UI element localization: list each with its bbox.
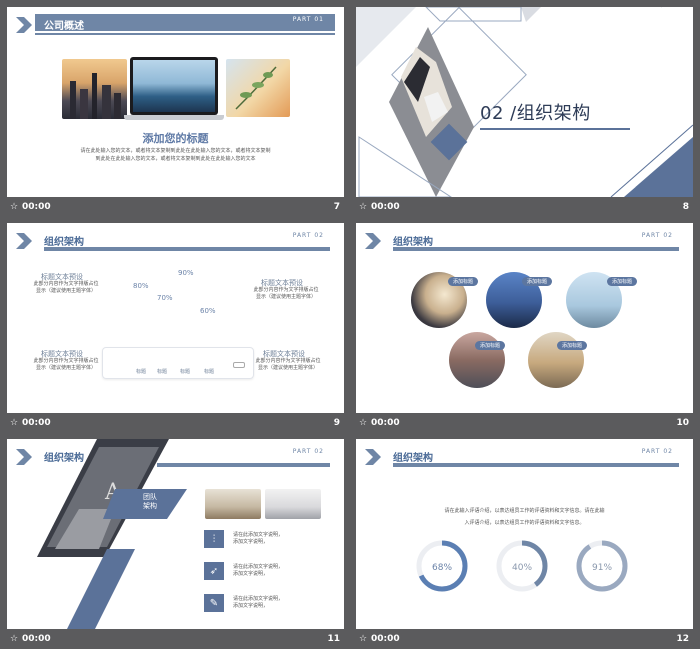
slide-footer: ☆ 00:00 7 <box>7 199 344 217</box>
part-label: PART 02 <box>641 232 673 239</box>
tag-label: 添加标题 <box>607 277 638 286</box>
slide-thumbnail-7[interactable]: 公司概述 PART 01 添加您的标题 请在此处输入您的文本，或者将文本复制到此… <box>7 7 344 217</box>
slide-number: 9 <box>333 418 340 428</box>
star-icon: ☆ <box>10 202 19 212</box>
slide-footer: ☆ 00:00 11 <box>7 631 344 649</box>
slide-footer: ☆ 00:00 9 <box>7 415 344 433</box>
slide-number: 7 <box>333 202 340 212</box>
part-label: PART 01 <box>292 16 324 23</box>
pencil-icon: ✎ <box>204 594 224 612</box>
block-desc: 此部分内容作为文字排版占位显示（建议使用主题字体） <box>33 358 99 371</box>
star-icon: ☆ <box>10 634 19 644</box>
percent-label: 60% <box>200 307 216 315</box>
slide-timing: 00:00 <box>22 202 51 212</box>
slide-timing: 00:00 <box>22 634 51 644</box>
slide-timing: 00:00 <box>371 634 400 644</box>
slide-footer: ☆ 00:00 8 <box>356 199 693 217</box>
sitemap-icon: ⫶ <box>204 530 224 548</box>
bar-label: 标题 <box>204 369 215 375</box>
slide-timing: 00:00 <box>371 418 400 428</box>
slide-10: 组织架构 PART 02 添加标题 添加标题 添加标题 添加标题 添加标题 <box>356 223 693 413</box>
rocket-icon: ➶ <box>204 562 224 580</box>
progress-rings <box>416 540 628 592</box>
slide-12: 组织架构 PART 02 请在此输入评语介绍，以表达组员工作的评语资料和文字信息… <box>356 439 693 629</box>
progress-label: 91% <box>592 563 613 573</box>
team-label: 团队 架构 <box>143 493 157 511</box>
tag-label: 添加标题 <box>475 341 506 350</box>
item-text-line1: 请在此添加文字说明， <box>233 532 284 538</box>
progress-label: 40% <box>512 563 533 573</box>
star-icon: ☆ <box>359 202 368 212</box>
bar-label: 标题 <box>180 369 191 375</box>
chevron-right-icon <box>16 17 32 33</box>
section-heading: 02 /组织架构 <box>480 103 591 124</box>
star-icon: ☆ <box>10 418 19 428</box>
percent-label: 80% <box>133 282 149 290</box>
laptop-image <box>124 57 224 123</box>
slide-7: 公司概述 PART 01 添加您的标题 请在此处输入您的文本，或者将文本复制到此… <box>7 7 344 197</box>
bar-end-icon <box>233 362 245 368</box>
block-desc: 此部分内容作为文字排版占位显示（建议使用主题字体） <box>255 358 321 371</box>
slide-thumbnail-8[interactable]: 02 /组织架构 ☆ 00:00 8 <box>356 7 693 217</box>
percent-label: 70% <box>157 294 173 302</box>
star-icon: ☆ <box>359 418 368 428</box>
progress-label: 68% <box>432 563 453 573</box>
slide-thumbnail-9[interactable]: 组织架构 PART 02 90% 80% 70% 60% 标题文本预设 此部分内… <box>7 223 344 433</box>
body-text-line2: 到此处在此处输入您的文本，或者将文本复制到此处在此处输入您的文本 <box>95 156 256 162</box>
slide-timing: 00:00 <box>371 202 400 212</box>
team-label-line1: 团队 <box>143 493 157 501</box>
item-text-line2: 添加文字说明， <box>233 539 269 545</box>
slide-timing: 00:00 <box>22 418 51 428</box>
slide-number: 10 <box>676 418 689 428</box>
slide-title: 公司概述 <box>44 21 84 32</box>
subtitle: 添加您的标题 <box>142 132 209 145</box>
tag-label: 添加标题 <box>522 277 553 286</box>
slide-9: 组织架构 PART 02 90% 80% 70% 60% 标题文本预设 此部分内… <box>7 223 344 413</box>
slide-footer: ☆ 00:00 10 <box>356 415 693 433</box>
chevron-right-icon <box>16 233 32 249</box>
slide-thumbnail-10[interactable]: 组织架构 PART 02 添加标题 添加标题 添加标题 添加标题 添加标题 ☆ … <box>356 223 693 433</box>
slide-title: 组织架构 <box>44 237 84 248</box>
bar-label: 标题 <box>136 369 147 375</box>
office-photo <box>205 489 261 519</box>
plant-photo <box>226 59 290 117</box>
tag-label: 添加标题 <box>448 277 479 286</box>
title-rule <box>35 33 335 35</box>
slide-number: 11 <box>327 634 340 644</box>
bar-label: 标题 <box>157 369 168 375</box>
slide-number: 12 <box>676 634 689 644</box>
slide-11: 组织架构 PART 02 A 团队 架构 ⫶ 请在此添加文字说明， 添加文字说明… <box>7 439 344 629</box>
chevron-right-icon <box>365 233 381 249</box>
item-text-line2: 添加文字说明， <box>233 603 269 609</box>
title-rule <box>393 247 679 251</box>
item-text-line1: 请在此添加文字说明， <box>233 596 284 602</box>
star-icon: ☆ <box>359 634 368 644</box>
percent-label: 90% <box>178 269 194 277</box>
slide-number: 8 <box>682 202 689 212</box>
body-text-line1: 请在此处输入您的文本，或者将文本复制到此处在此处输入您的文本，或者将文本复制 <box>80 148 271 154</box>
block-desc: 此部分内容作为文字排版占位显示（建议使用主题字体） <box>253 287 319 300</box>
heading-underline <box>480 128 630 130</box>
block-desc: 此部分内容作为文字排版占位显示（建议使用主题字体） <box>33 281 99 294</box>
team-label-line2: 架构 <box>143 502 157 510</box>
slide-thumbnail-11[interactable]: 组织架构 PART 02 A 团队 架构 ⫶ 请在此添加文字说明， 添加文字说明… <box>7 439 344 649</box>
laptop-photo <box>265 489 321 519</box>
slide-8: 02 /组织架构 <box>356 7 693 197</box>
slide-title: 组织架构 <box>393 237 433 248</box>
item-text-line1: 请在此添加文字说明， <box>233 564 284 570</box>
bar-base <box>102 347 254 379</box>
slide-footer: ☆ 00:00 12 <box>356 631 693 649</box>
slide-thumbnail-12[interactable]: 组织架构 PART 02 请在此输入评语介绍，以表达组员工作的评语资料和文字信息… <box>356 439 693 649</box>
city-photo <box>62 59 127 119</box>
title-rule <box>44 247 330 251</box>
item-text-line2: 添加文字说明， <box>233 571 269 577</box>
part-label: PART 02 <box>292 232 324 239</box>
tag-label: 添加标题 <box>557 341 588 350</box>
